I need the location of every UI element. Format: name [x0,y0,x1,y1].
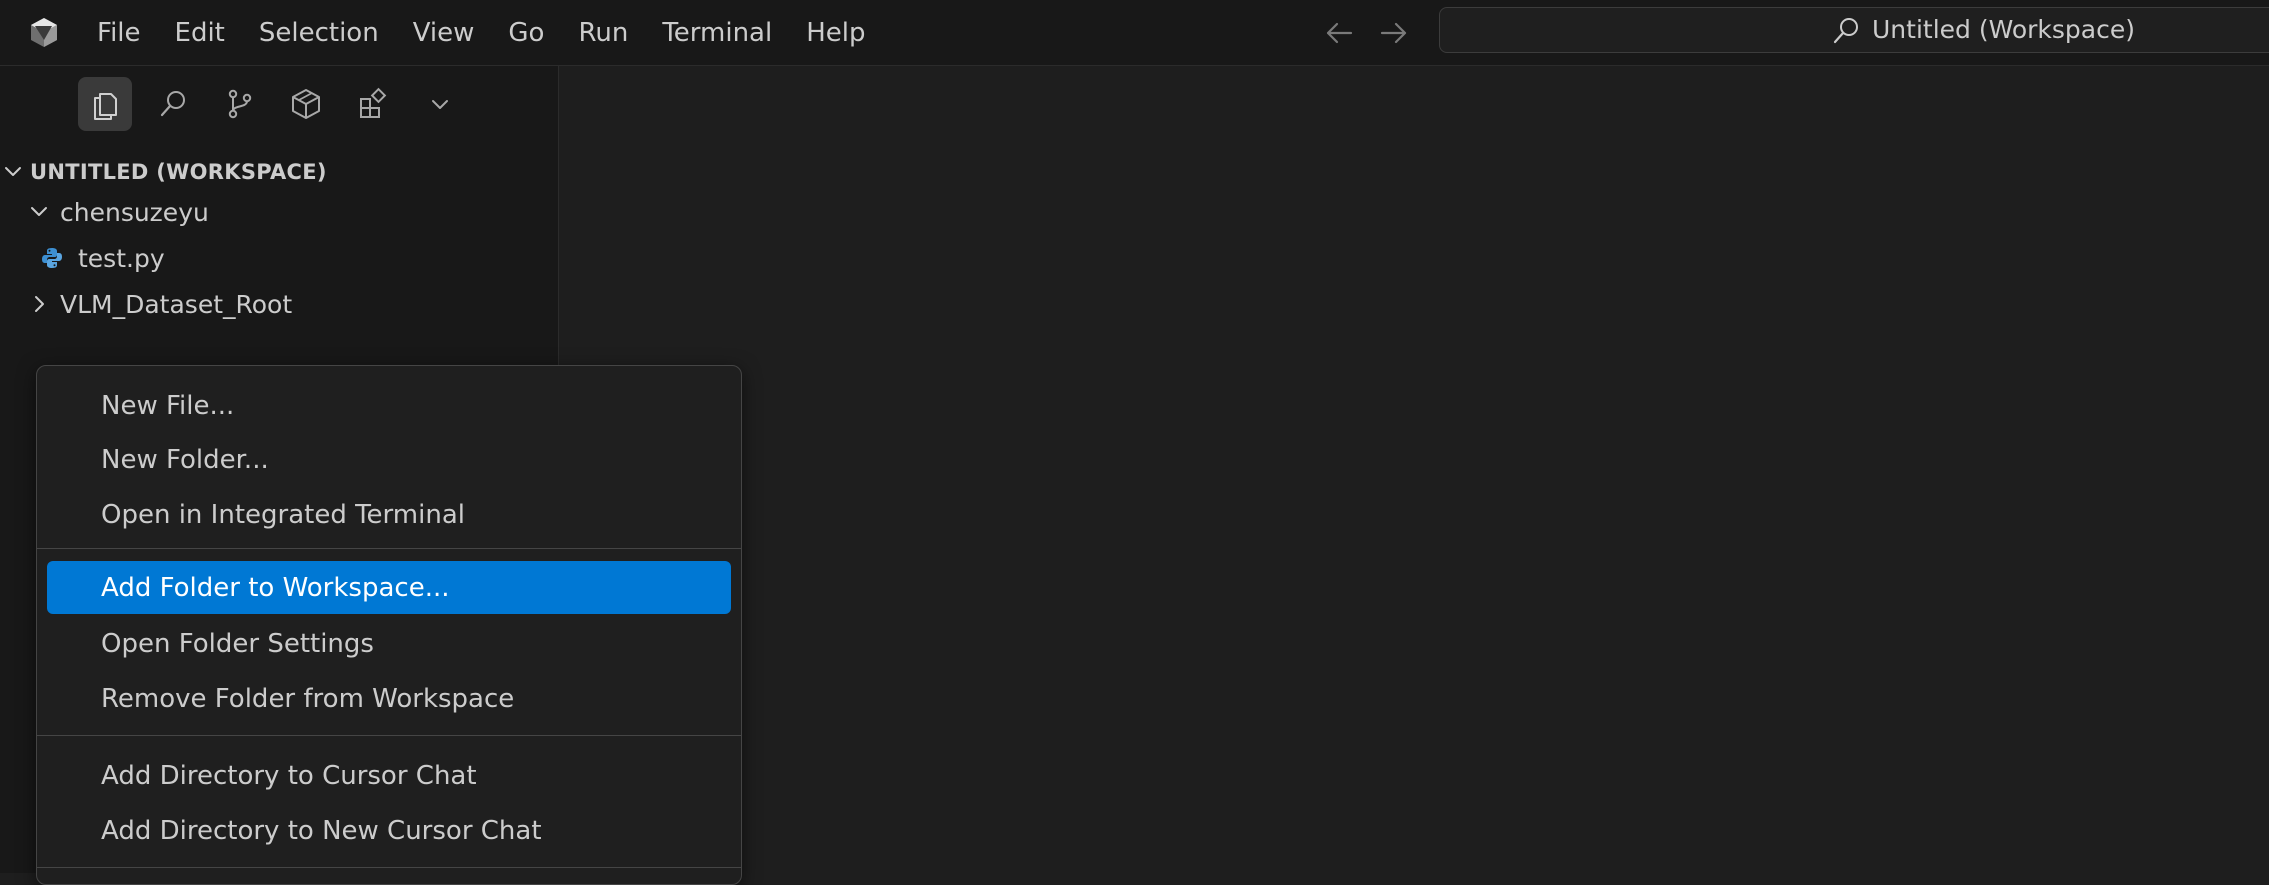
menu-item-label: New File... [101,390,235,421]
explorer-button[interactable] [78,77,132,131]
tree-folder-chensuzeyu[interactable]: chensuzeyu [0,190,559,234]
tree-label: VLM_Dataset_Root [60,289,293,319]
chevron-right-icon [35,296,44,312]
cube-button[interactable] [279,77,333,131]
chevron-down-icon [432,100,448,109]
back-arrow-icon[interactable] [1319,13,1359,53]
command-center[interactable]: Untitled (Workspace) [1439,7,2269,53]
title-bar: File Edit Selection View Go Run Terminal… [0,0,2269,66]
menu-separator [37,867,741,868]
editor-area[interactable] [559,66,2269,873]
source-control-button[interactable] [213,77,267,131]
menu-item-label: Add Directory to New Cursor Chat [101,815,542,846]
menu-item-label: Open Folder Settings [101,628,374,659]
menu-item-label: Add Folder to Workspace... [101,572,450,603]
menu-run[interactable]: Run [561,2,645,64]
menu-item-label: New Folder... [101,444,269,475]
python-file-icon [42,248,62,268]
cursor-logo-icon[interactable] [26,14,62,50]
workspace-section-header[interactable]: UNTITLED (WORKSPACE) [0,152,559,192]
more-views-button[interactable] [413,77,467,131]
menu-bar: File Edit Selection View Go Run Terminal… [80,0,883,66]
menu-separator [37,548,741,549]
menu-item-open-folder-settings[interactable]: Open Folder Settings [47,617,731,670]
menu-item-label: Open in Integrated Terminal [101,499,465,530]
forward-arrow-icon[interactable] [1374,13,1414,53]
menu-item-add-folder-to-workspace[interactable]: Add Folder to Workspace... [47,561,731,614]
explorer-icon [94,93,117,120]
menu-item-add-directory-to-cursor-chat[interactable]: Add Directory to Cursor Chat [47,749,731,802]
extensions-button[interactable] [346,77,400,131]
menu-view[interactable]: View [396,2,492,64]
tree-folder-vlm-dataset-root[interactable]: VLM_Dataset_Root [0,282,559,326]
extensions-icon [360,87,387,118]
menu-item-add-directory-to-new-cursor-chat[interactable]: Add Directory to New Cursor Chat [47,804,731,857]
chevron-down-icon [5,167,21,176]
menu-item-label: Remove Folder from Workspace [101,683,515,714]
tree-label: chensuzeyu [60,197,209,227]
explorer-context-menu: New File... New Folder... Open in Integr… [36,365,742,885]
source-control-icon [228,89,252,119]
menu-go[interactable]: Go [491,2,561,64]
menu-item-remove-folder-from-workspace[interactable]: Remove Folder from Workspace [47,672,731,725]
chevron-down-icon [31,207,47,216]
menu-separator [37,735,741,736]
search-button[interactable] [146,77,200,131]
menu-item-open-integrated-terminal[interactable]: Open in Integrated Terminal [47,488,731,541]
section-title: UNTITLED (WORKSPACE) [30,160,327,184]
search-icon [1833,18,1858,44]
menu-item-new-folder[interactable]: New Folder... [47,433,731,486]
workspace-title: Untitled (Workspace) [1872,15,2135,44]
menu-selection[interactable]: Selection [242,2,396,64]
tree-file-test-py[interactable]: test.py [0,236,559,280]
menu-terminal[interactable]: Terminal [645,2,789,64]
cube-icon [292,89,320,119]
search-icon [160,91,185,117]
menu-item-new-file[interactable]: New File... [47,379,731,432]
menu-help[interactable]: Help [789,2,882,64]
menu-file[interactable]: File [80,2,158,64]
menu-item-label: Add Directory to Cursor Chat [101,760,477,791]
menu-edit[interactable]: Edit [158,2,242,64]
tree-label: test.py [78,243,165,273]
